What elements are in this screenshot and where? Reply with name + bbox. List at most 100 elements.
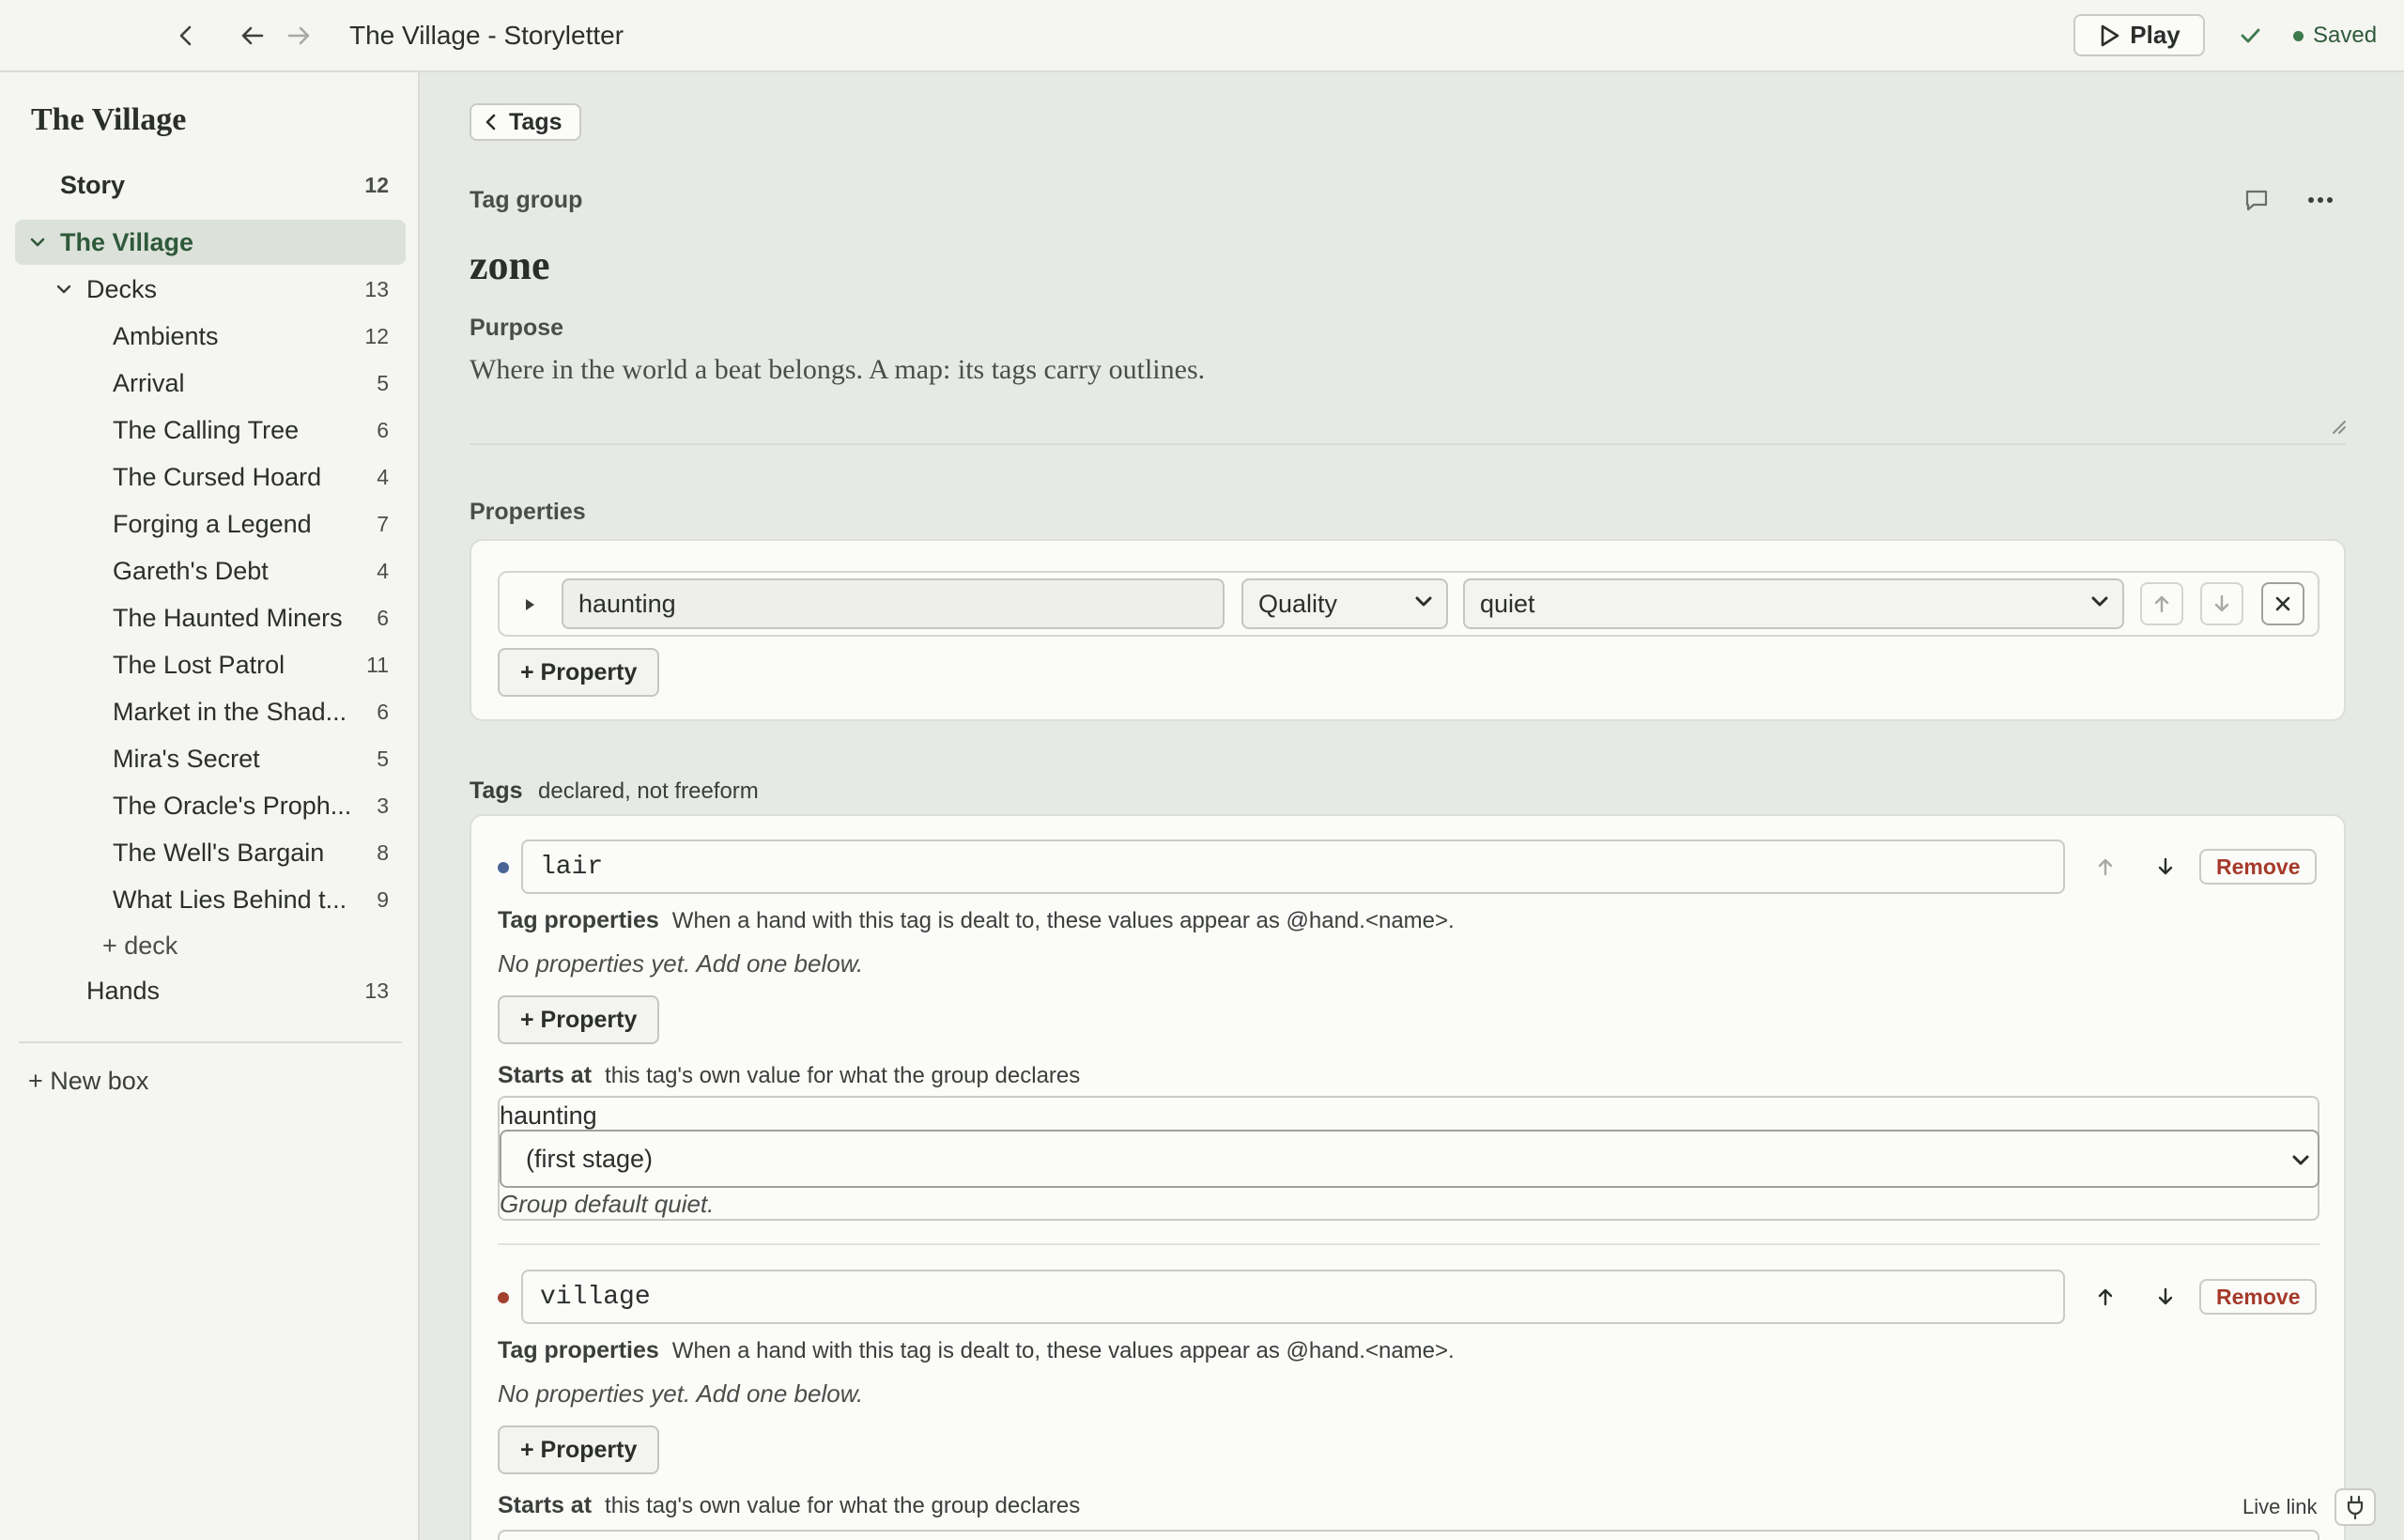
starts-quality-name: haunting	[500, 1101, 597, 1130]
sidebar-item-count: 3	[377, 793, 389, 818]
check-icon[interactable]	[2235, 21, 2265, 51]
sidebar-item-label: The Well's Bargain	[113, 838, 325, 867]
forward-arrow-icon[interactable]	[282, 19, 316, 53]
no-properties-text: No properties yet. Add one below.	[498, 1379, 864, 1408]
sidebar-item-count: 13	[364, 978, 389, 1003]
expand-triangle-icon[interactable]	[515, 590, 545, 620]
sidebar-item-count: 13	[364, 276, 389, 301]
arrow-up-icon[interactable]	[2090, 852, 2120, 882]
tag-properties-row: Tag properties When a hand with this tag …	[498, 907, 1455, 934]
back-arrow-icon[interactable]	[236, 19, 270, 53]
move-down-button[interactable]	[2200, 582, 2243, 625]
sidebar-item-count: 8	[377, 839, 389, 865]
sidebar-title: The Village	[31, 102, 187, 137]
chevron-down-icon	[2091, 596, 2108, 607]
top-bar: The Village - Storyletter Play Saved	[0, 0, 2404, 72]
property-value-select[interactable]: quiet	[1463, 578, 2124, 629]
sidebar-item-label: Arrival	[113, 368, 185, 397]
saved-status: Saved	[2293, 23, 2377, 49]
sidebar-deck-item[interactable]: Arrival 5	[15, 361, 406, 406]
main-panel: Tags Tag group zone Purpose Where in the…	[422, 72, 2404, 1540]
sidebar-item-label: Mira's Secret	[113, 744, 260, 773]
saved-label: Saved	[2313, 23, 2378, 48]
chevron-down-icon	[2292, 1155, 2309, 1165]
sidebar-deck-item[interactable]: Forging a Legend 7	[15, 501, 406, 547]
more-options-icon[interactable]	[2304, 183, 2337, 217]
comment-icon[interactable]	[2240, 183, 2273, 217]
sidebar-deck-item[interactable]: The Haunted Miners 6	[15, 595, 406, 640]
sidebar-deck-item[interactable]: The Lost Patrol 11	[15, 642, 406, 687]
resize-handle-icon[interactable]	[2330, 412, 2347, 434]
remove-tag-button[interactable]: Remove	[2199, 849, 2318, 885]
sidebar-item-count: 12	[364, 172, 389, 197]
sidebar-item-count: 7	[377, 511, 389, 536]
chevron-down-icon[interactable]	[26, 231, 49, 254]
sidebar-deck-item[interactable]: Gareth's Debt 4	[15, 548, 406, 593]
back-label: Tags	[509, 108, 562, 135]
sidebar-deck-item[interactable]: Market in the Shad... 6	[15, 689, 406, 734]
sidebar-item-box[interactable]: The Village	[15, 220, 406, 265]
group-name[interactable]: zone	[470, 241, 550, 289]
no-properties-text: No properties yet. Add one below.	[498, 949, 864, 978]
tag-properties-label: Tag properties	[498, 1337, 659, 1363]
sidebar-item-label: The Oracle's Proph...	[113, 791, 352, 820]
starts-at-label: Starts at	[498, 1492, 593, 1518]
sidebar-item-count: 12	[364, 323, 389, 348]
tag-name-input[interactable]: lair	[521, 839, 2065, 894]
chevron-down-icon[interactable]	[53, 278, 75, 300]
purpose-textarea[interactable]: Where in the world a beat belongs. A map…	[470, 354, 1205, 386]
starts-at-label: Starts at	[498, 1062, 593, 1088]
starts-at-box	[498, 1530, 2319, 1540]
add-property-button[interactable]: + Property	[498, 648, 660, 697]
arrow-down-icon[interactable]	[2150, 1282, 2181, 1312]
sidebar-deck-item[interactable]: The Cursed Hoard 4	[15, 454, 406, 500]
tags-label: Tags	[470, 778, 523, 804]
delete-property-button[interactable]	[2261, 582, 2304, 625]
sidebar-item-count: 6	[377, 699, 389, 724]
sidebar-deck-item[interactable]: The Oracle's Proph... 3	[15, 783, 406, 828]
tag-properties-row: Tag properties When a hand with this tag …	[498, 1337, 1455, 1364]
property-kind-select[interactable]: Quality	[1241, 578, 1448, 629]
arrow-down-icon	[2214, 594, 2229, 612]
property-name-input[interactable]: haunting	[562, 578, 1225, 629]
move-up-button[interactable]	[2140, 582, 2183, 625]
starts-at-select[interactable]: (first stage)	[500, 1130, 2319, 1188]
sidebar-item-label: The Calling Tree	[113, 415, 300, 444]
play-button[interactable]: Play	[2073, 14, 2205, 56]
sidebar-item-hands[interactable]: Hands 13	[15, 968, 406, 1013]
tag-color-dot	[498, 862, 509, 873]
back-to-tags-button[interactable]: Tags	[470, 103, 581, 141]
properties-card: haunting Quality quiet + Property	[470, 539, 2346, 721]
tag-properties-label: Tag properties	[498, 907, 659, 933]
arrow-down-icon[interactable]	[2150, 852, 2181, 882]
sidebar-deck-item[interactable]: Mira's Secret 5	[15, 736, 406, 781]
sidebar-item-count: 4	[377, 558, 389, 583]
add-deck-link[interactable]: + deck	[15, 923, 406, 968]
property-row: haunting Quality quiet	[498, 571, 2319, 637]
sidebar-item-count: 11	[366, 652, 389, 677]
sidebar-item-decks[interactable]: Decks 13	[15, 267, 406, 312]
tag-name-input[interactable]: village	[521, 1270, 2065, 1324]
arrow-up-icon[interactable]	[2090, 1282, 2120, 1312]
sidebar-deck-item[interactable]: Ambients 12	[15, 314, 406, 359]
live-link-plug-button[interactable]	[2335, 1488, 2376, 1526]
add-tag-property-button[interactable]: + Property	[498, 995, 660, 1044]
plug-icon	[2347, 1495, 2364, 1519]
add-tag-property-button[interactable]: + Property	[498, 1425, 660, 1474]
starts-at-hint: this tag's own value for what the group …	[605, 1063, 1081, 1088]
sidebar-item-label: The Cursed Hoard	[113, 462, 322, 491]
remove-tag-button[interactable]: Remove	[2199, 1279, 2318, 1315]
live-link-label: Live link	[2242, 1495, 2318, 1518]
starts-at-box: haunting (first stage) Group default qui…	[498, 1096, 2319, 1221]
close-icon	[2275, 596, 2290, 611]
property-value-value: quiet	[1480, 589, 1535, 618]
new-box-link[interactable]: + New box	[15, 1058, 406, 1103]
sidebar-item-count: 5	[377, 370, 389, 395]
sidebar-divider	[19, 1041, 402, 1043]
sidebar: The Village Story 12 The Village Decks 1…	[0, 72, 420, 1540]
sidebar-item-story[interactable]: Story 12	[15, 162, 406, 208]
collapse-sidebar-icon[interactable]	[169, 19, 203, 53]
sidebar-deck-item[interactable]: What Lies Behind t... 9	[15, 877, 406, 922]
sidebar-deck-item[interactable]: The Calling Tree 6	[15, 408, 406, 453]
sidebar-deck-item[interactable]: The Well's Bargain 8	[15, 830, 406, 875]
